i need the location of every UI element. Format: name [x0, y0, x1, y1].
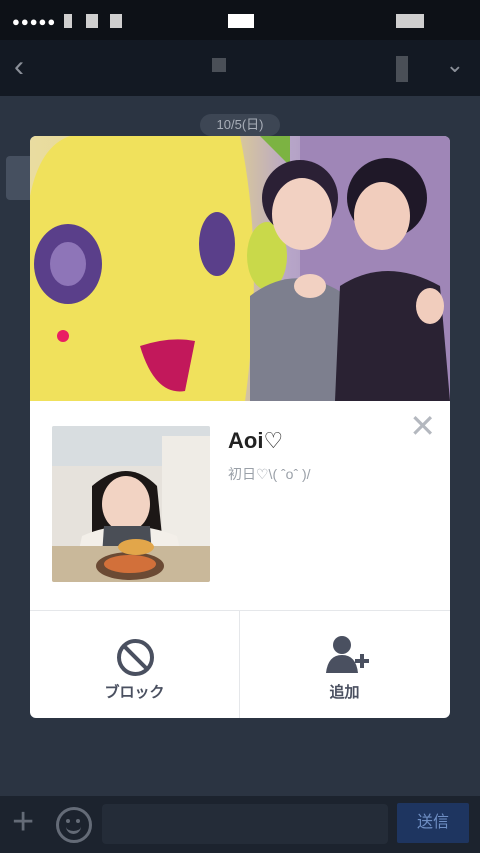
- status-obscured-block: [86, 14, 98, 28]
- block-button[interactable]: ブロック: [30, 611, 239, 718]
- status-time-block: [228, 14, 254, 28]
- status-bar: ●●●●●: [0, 0, 480, 40]
- plus-icon[interactable]: +: [12, 803, 34, 841]
- add-user-icon: [326, 636, 369, 673]
- cover-photo: [30, 136, 450, 401]
- nav-title-block: [212, 58, 226, 72]
- close-icon[interactable]: ✕: [409, 410, 436, 442]
- profile-status-message: 初日♡\( ˆoˆ )/: [228, 466, 311, 482]
- message-input[interactable]: [102, 804, 388, 844]
- profile-name: Aoi♡: [228, 428, 284, 453]
- cover-photo-illustration: [30, 136, 450, 401]
- status-obscured-block: [64, 14, 72, 28]
- chevron-down-icon[interactable]: ⌄: [446, 52, 464, 78]
- add-label: 追加: [329, 684, 360, 701]
- nav-bar: ‹ ⌄: [0, 40, 480, 96]
- block-icon: [117, 639, 154, 676]
- date-separator: 10/5(日): [200, 114, 280, 136]
- status-obscured-block: [110, 14, 122, 28]
- signal-strength: ●●●●●: [12, 14, 57, 29]
- battery-block: [396, 14, 424, 28]
- add-friend-button[interactable]: 追加: [240, 611, 449, 718]
- profile-popup: ✕ Aoi♡ 初日♡\( ˆoˆ )/ ブロック 追加: [30, 136, 450, 718]
- avatar[interactable]: [52, 426, 210, 582]
- avatar-photo: [52, 426, 210, 582]
- block-label: ブロック: [104, 684, 165, 701]
- emoji-icon[interactable]: [56, 807, 92, 843]
- send-button[interactable]: 送信: [397, 803, 469, 843]
- back-icon[interactable]: ‹: [14, 50, 24, 84]
- input-bar: + 送信: [0, 796, 480, 853]
- nav-obscured-block: [396, 56, 408, 82]
